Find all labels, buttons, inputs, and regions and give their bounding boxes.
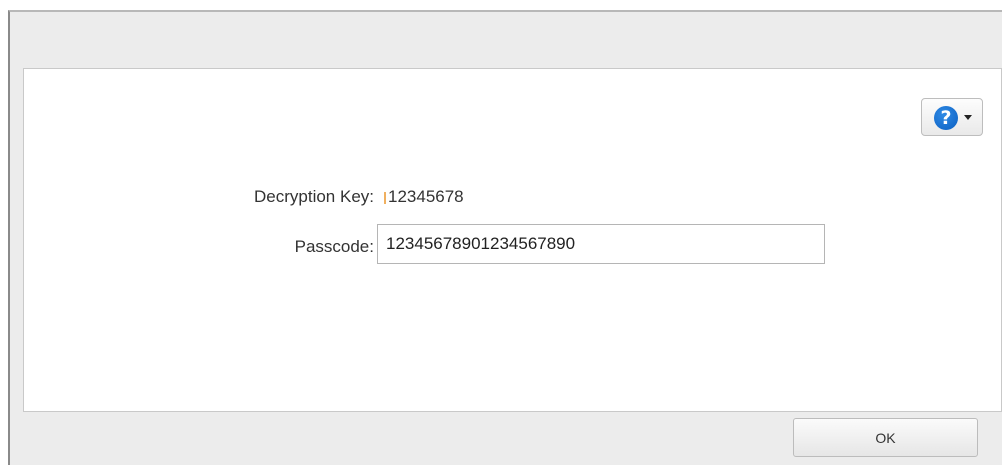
dialog-content-panel: ? Decryption Key: 12345678 Passcode: (23, 68, 1002, 412)
decryption-key-label: Decryption Key: (254, 187, 374, 206)
decryption-key-marker (384, 192, 386, 204)
decryption-key-value: 12345678 (388, 187, 464, 206)
dialog: ? Decryption Key: 12345678 Passcode: OK (8, 10, 1002, 465)
caret-down-icon (964, 115, 972, 120)
question-circle-icon: ? (934, 106, 958, 130)
passcode-label: Passcode: (294, 237, 374, 256)
passcode-input[interactable] (377, 224, 825, 264)
ok-button[interactable]: OK (793, 418, 978, 457)
help-menu-button[interactable]: ? (921, 98, 983, 136)
